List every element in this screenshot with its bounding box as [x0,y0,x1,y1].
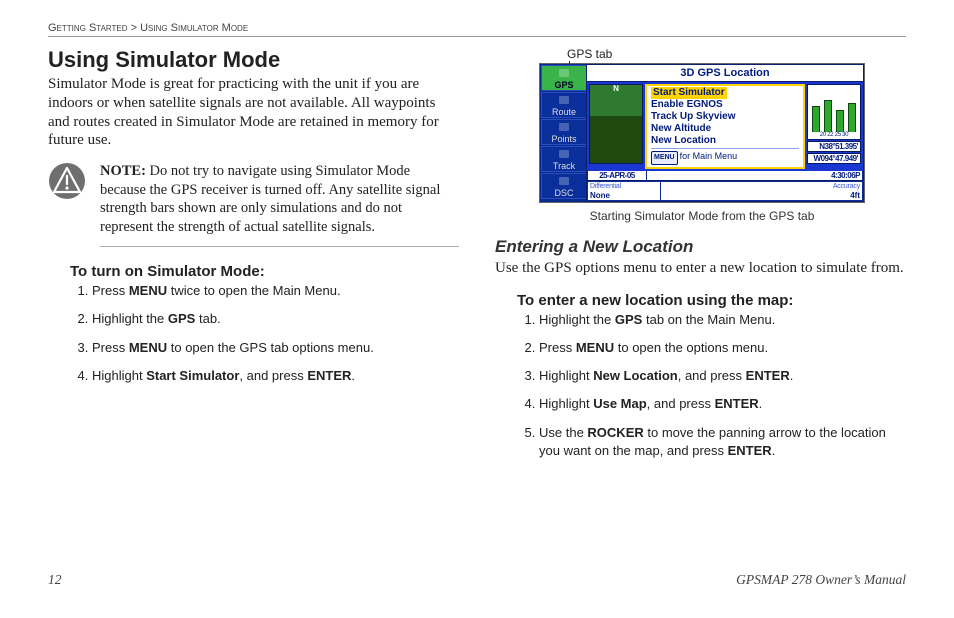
status-differential: Differential None [588,182,660,200]
list-item: Highlight the GPS tab. [92,310,459,328]
turn-on-steps: Press MENU twice to open the Main Menu. … [70,282,459,385]
menu-item-enable-egnos: Enable EGNOS [651,99,799,111]
coord-lon: W094°47.949' [807,153,861,164]
page-number: 12 [48,572,62,588]
status-accuracy: Accuracy 4ft [661,182,862,200]
page-title: Using Simulator Mode [48,47,459,73]
turn-on-heading: To turn on Simulator Mode: [70,263,459,280]
list-item: Highlight Start Simulator, and press ENT… [92,367,459,385]
sidebar-item-gps: GPS [541,65,586,91]
list-item: Highlight the GPS tab on the Main Menu. [539,311,906,329]
menu-key-badge: MENU [651,151,678,165]
list-item: Use the ROCKER to move the panning arrow… [539,424,906,460]
note-block: NOTE: Do not try to navigate using Simul… [48,160,459,247]
coord-lat: N38°51.395' [807,141,861,152]
date-cell: 25-APR-05 [588,171,646,180]
enter-location-subheading: To enter a new location using the map: [517,292,906,309]
sidebar-item-track: Track [541,146,586,172]
list-item: Press MENU twice to open the Main Menu. [92,282,459,300]
sidebar-item-dsc: DSC [541,173,586,199]
time-cell: 4:30:06P [647,171,862,180]
options-menu: Start Simulator Enable EGNOS Track Up Sk… [645,84,805,169]
menu-item-new-location: New Location [651,135,799,147]
left-column: Using Simulator Mode Simulator Mode is g… [48,43,459,470]
right-column: GPS tab GPS Route Points Track DSC 3D GP… [495,43,906,470]
figure-caption: Starting Simulator Mode from the GPS tab [539,209,865,223]
menu-item-start-simulator: Start Simulator [651,87,727,99]
screen-title: 3D GPS Location [587,65,863,82]
device-screen: 3D GPS Location Start Simulator Enable E… [586,64,864,202]
map-preview [589,84,643,164]
sat-labels: 20 22 25 30 [808,132,860,139]
note-label: NOTE: [100,163,146,179]
menu-item-track-up: Track Up Skyview [651,111,799,123]
list-item: Highlight Use Map, and press ENTER. [539,395,906,413]
breadcrumb-section: Using Simulator Mode [140,22,248,34]
manual-title: GPSMAP 278 Owner’s Manual [736,572,906,588]
entering-intro: Use the GPS options menu to enter a new … [495,259,906,278]
menu-item-new-altitude: New Altitude [651,123,799,135]
entering-heading: Entering a New Location [495,237,906,257]
breadcrumb-chapter: Getting Started [48,22,128,34]
device-screenshot: GPS Route Points Track DSC 3D GPS Locati… [539,63,865,203]
page-footer: 12 GPSMAP 278 Owner’s Manual [48,572,906,588]
note-body: Do not try to navigate using Simulator M… [100,163,440,235]
device-sidebar: GPS Route Points Track DSC [540,64,586,202]
figure: GPS tab GPS Route Points Track DSC 3D GP… [495,47,906,223]
signal-bars: 20 22 25 30 [807,84,861,140]
menu-footer: MENUfor Main Menu [651,148,799,165]
sidebar-item-points: Points [541,119,586,145]
signal-pane: 20 22 25 30 N38°51.395' W094°47.949' [807,84,861,164]
warning-icon [48,162,86,205]
sidebar-item-route: Route [541,92,586,118]
enter-location-steps: Highlight the GPS tab on the Main Menu. … [517,311,906,460]
list-item: Highlight New Location, and press ENTER. [539,367,906,385]
list-item: Press MENU to open the GPS tab options m… [92,339,459,357]
menu-footer-text: for Main Menu [680,151,738,161]
breadcrumb-sep: > [131,22,137,34]
breadcrumb: Getting Started > Using Simulator Mode [48,22,906,37]
note-text: NOTE: Do not try to navigate using Simul… [100,160,459,247]
list-item: Press MENU to open the options menu. [539,339,906,357]
intro-text: Simulator Mode is great for practicing w… [48,75,459,150]
figure-top-label: GPS tab [495,47,906,61]
